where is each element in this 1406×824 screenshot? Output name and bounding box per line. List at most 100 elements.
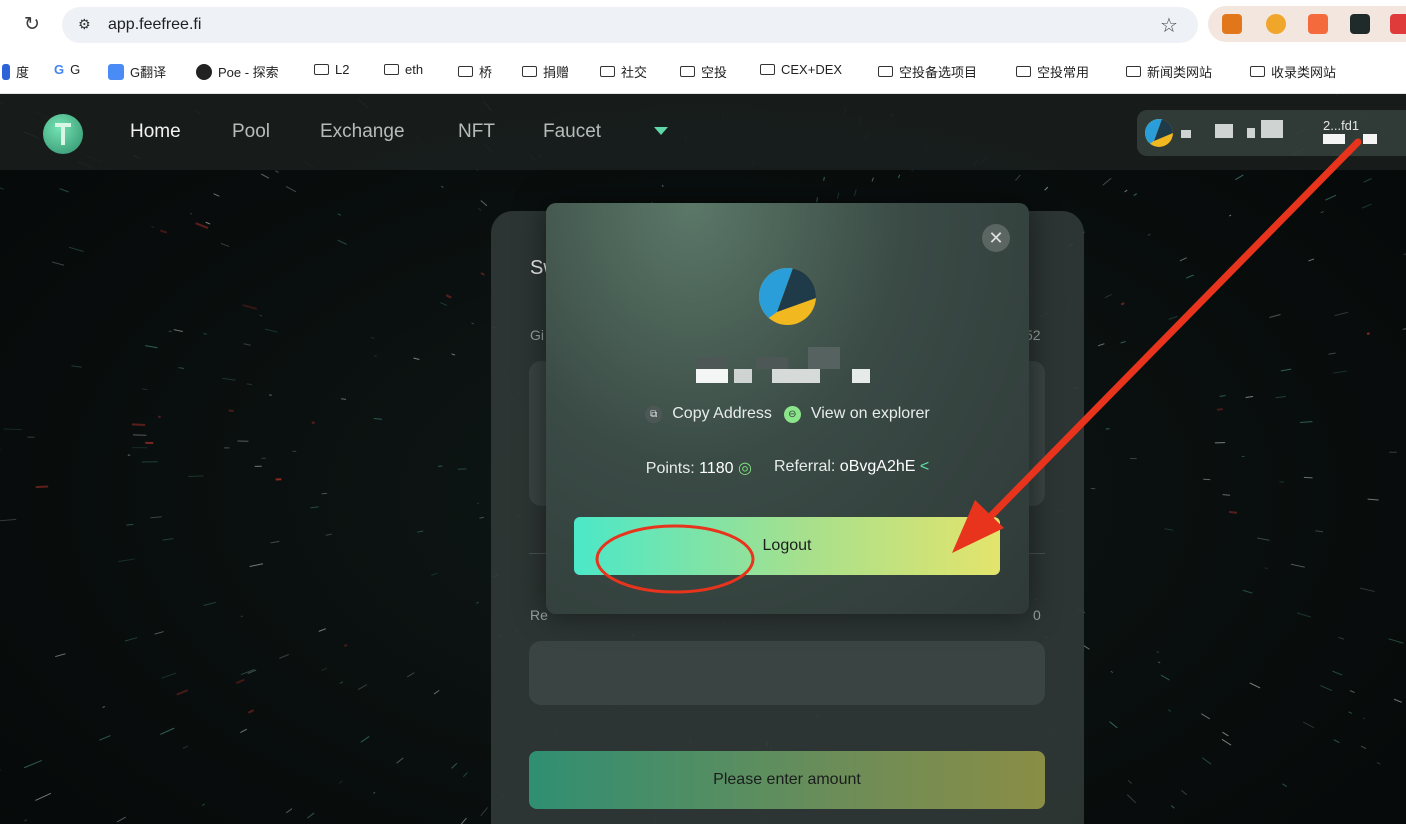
star-streak	[1275, 396, 1286, 399]
bookmark-star-icon[interactable]: ☆	[1160, 13, 1178, 38]
star-streak	[1338, 636, 1345, 640]
more-menu-chevron-icon[interactable]	[654, 127, 668, 135]
wallet-button[interactable]: 2...fd1	[1137, 110, 1406, 156]
star-streak	[1302, 721, 1315, 729]
bookmark-folder[interactable]: eth	[384, 62, 423, 77]
nav-exchange[interactable]: Exchange	[320, 121, 405, 143]
browser-toolbar: ↻ ⚙ app.feefree.fi ☆	[0, 0, 1406, 48]
star-streak	[1127, 779, 1133, 784]
folder-icon	[1126, 66, 1141, 77]
lock-extension-icon[interactable]	[1390, 14, 1406, 34]
nav-home[interactable]: Home	[130, 121, 181, 143]
redacted-block	[756, 357, 788, 369]
redacted-block	[1363, 134, 1377, 144]
bookmark-folder[interactable]: 收录类网站	[1250, 62, 1336, 81]
nav-nft[interactable]: NFT	[458, 121, 495, 143]
bookmarks-bar: 度 GG G翻译 Poe - 探索 L2 eth 桥 捐赠 社交 空投 CEX+…	[0, 48, 1406, 94]
redacted-block	[1247, 128, 1255, 138]
bookmark-folder[interactable]: 空投备选项目	[878, 62, 977, 81]
star-streak	[55, 653, 66, 658]
star-streak	[160, 229, 168, 234]
star-streak	[440, 302, 448, 307]
bookmark-item[interactable]: GG	[54, 62, 80, 77]
star-streak	[235, 678, 245, 685]
metamask-icon[interactable]	[1222, 14, 1242, 34]
star-streak	[1361, 203, 1372, 209]
nav-pool[interactable]: Pool	[232, 121, 270, 143]
share-icon[interactable]: <	[920, 458, 929, 475]
star-streak	[168, 330, 172, 333]
view-explorer-link[interactable]: ⊖ View on explorer	[783, 405, 930, 423]
bookmark-folder[interactable]: 空投常用	[1016, 62, 1089, 81]
star-streak	[1157, 661, 1161, 664]
star-streak	[279, 654, 290, 659]
star-streak	[417, 530, 424, 533]
star-streak	[285, 186, 297, 193]
url-text[interactable]: app.feefree.fi	[108, 16, 201, 34]
redacted-block	[734, 369, 752, 383]
logout-button[interactable]: Logout	[574, 517, 1000, 575]
bookmark-folder[interactable]: CEX+DEX	[760, 62, 842, 77]
star-streak	[1133, 193, 1137, 197]
reload-icon[interactable]: ↻	[24, 13, 40, 36]
bookmark-folder[interactable]: 新闻类网站	[1126, 62, 1212, 81]
copy-address-link[interactable]: ⧉ Copy Address	[645, 405, 772, 423]
star-streak	[203, 601, 216, 607]
star-streak	[480, 272, 485, 276]
poe-icon	[196, 63, 212, 80]
bookmark-item[interactable]: Poe - 探索	[196, 62, 279, 81]
star-streak	[480, 807, 489, 817]
bookmark-folder[interactable]: 社交	[600, 62, 647, 81]
star-streak	[1257, 537, 1270, 541]
star-streak	[188, 475, 204, 477]
baidu-icon	[2, 63, 10, 80]
star-streak	[396, 757, 404, 764]
wallet-avatar	[1145, 119, 1173, 147]
star-streak	[160, 727, 175, 735]
bookmark-folder[interactable]: L2	[314, 62, 349, 77]
star-streak	[1296, 612, 1312, 618]
bookmark-folder[interactable]: 桥	[458, 62, 492, 81]
feefree-logo[interactable]	[43, 114, 83, 154]
star-streak	[1242, 589, 1253, 594]
receive-input-box[interactable]	[529, 641, 1045, 705]
google-translate-icon	[108, 63, 124, 80]
star-streak	[151, 225, 155, 228]
star-streak	[1325, 194, 1337, 201]
star-streak	[99, 735, 111, 741]
star-streak	[1366, 332, 1370, 335]
star-streak	[1299, 421, 1313, 423]
star-streak	[318, 628, 327, 632]
points-stat: Points: 1180 ◎	[645, 460, 752, 477]
star-streak	[451, 353, 456, 356]
bookmark-folder[interactable]: 空投	[680, 62, 727, 81]
extension-icon[interactable]	[1308, 14, 1328, 34]
star-streak	[413, 357, 420, 361]
star-streak	[117, 558, 135, 563]
redacted-block	[696, 369, 728, 383]
site-info-icon[interactable]: ⚙	[78, 16, 91, 33]
s-extension-icon[interactable]	[1350, 14, 1370, 34]
star-streak	[445, 294, 452, 299]
star-streak	[201, 803, 206, 807]
star-streak	[1363, 178, 1372, 183]
bookmark-folder[interactable]: 捐赠	[522, 62, 569, 81]
star-streak	[373, 417, 383, 420]
star-streak	[1179, 257, 1187, 262]
omnibox[interactable]: ⚙ app.feefree.fi ☆	[62, 7, 1198, 43]
close-icon[interactable]: ✕	[982, 224, 1010, 252]
bookmark-item[interactable]: 度	[2, 62, 29, 81]
wallet-extension-icon[interactable]	[1266, 14, 1286, 34]
star-streak	[259, 314, 263, 317]
nav-faucet[interactable]: Faucet	[543, 121, 601, 143]
star-streak	[339, 681, 344, 684]
star-streak	[1168, 315, 1178, 320]
star-streak	[240, 728, 248, 733]
star-streak	[471, 322, 474, 325]
enter-amount-button[interactable]: Please enter amount	[529, 751, 1045, 809]
star-streak	[373, 355, 377, 357]
redacted-block	[808, 347, 840, 369]
star-streak	[1315, 530, 1324, 533]
star-streak	[462, 772, 468, 778]
bookmark-item[interactable]: G翻译	[108, 62, 166, 81]
